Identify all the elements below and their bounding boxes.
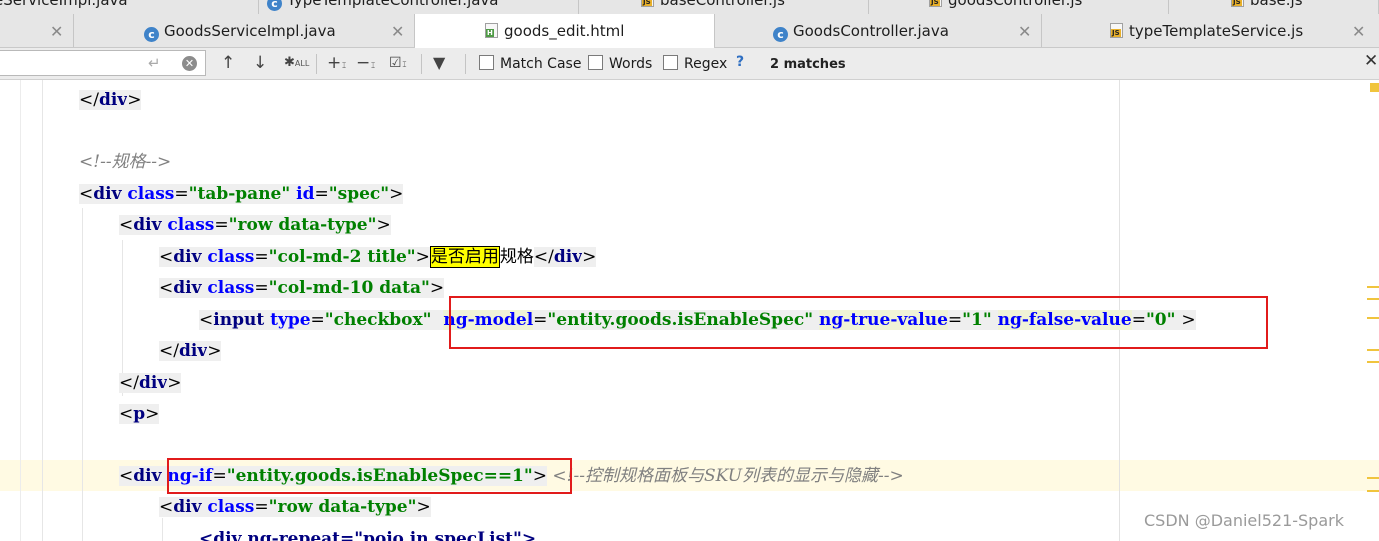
tab-label: TypeTemplateController.java	[287, 0, 499, 9]
js-icon	[929, 0, 943, 7]
error-stripe-marker[interactable]	[1367, 317, 1379, 319]
class-icon: c	[773, 27, 788, 42]
arrow-up-icon[interactable]: ↑	[221, 53, 235, 73]
tab-goods-service-impl[interactable]: c GoodsServiceImpl.java ✕	[74, 14, 415, 47]
watermark: CSDN @Daniel521-Spark	[1144, 511, 1344, 530]
close-icon[interactable]: ✕	[50, 22, 63, 41]
close-icon[interactable]: ✕	[1018, 22, 1031, 41]
code-line-tab-pane: <div class="tab-pane" id="spec">	[79, 184, 404, 204]
code-line-close-div: </div>	[119, 373, 182, 393]
code-line-data: <div class="col-md-10 data">	[159, 278, 445, 298]
code-editor[interactable]: </div> <!--规格--> <div class="tab-pane" i…	[0, 80, 1379, 541]
remove-occurrence-icon[interactable]: −𝙸	[356, 53, 376, 73]
tab-top-2[interactable]: baseController.js	[579, 0, 869, 14]
checkbox-box[interactable]	[588, 55, 603, 70]
tab-top-3[interactable]: goodsController.js	[869, 0, 1169, 14]
search-input[interactable]: ↵ ✕	[0, 50, 206, 76]
error-stripe-marker[interactable]	[1367, 349, 1379, 351]
close-icon[interactable]: ✕	[391, 22, 404, 41]
indent-guide	[82, 208, 83, 541]
close-find-icon[interactable]: ✕	[1364, 51, 1378, 71]
toolbar-divider	[316, 54, 317, 74]
annotation-box-ng-model	[449, 296, 1268, 349]
tab-top-4[interactable]: base.js	[1169, 0, 1379, 14]
select-occurrences-icon[interactable]: ☑𝙸	[389, 55, 407, 71]
tab-goods-edit-html[interactable]: goods_edit.html	[415, 14, 715, 48]
error-stripe-marker[interactable]	[1367, 490, 1379, 492]
code-line-close-div: </div>	[159, 341, 222, 361]
close-icon[interactable]: ✕	[1352, 22, 1365, 41]
select-all-occurrences-icon[interactable]: ✱ALL	[284, 55, 309, 70]
code-line-1: </div>	[79, 90, 142, 110]
regex-label: Regex	[684, 56, 728, 72]
tab-type-template-service[interactable]: typeTemplateService.js ✕	[1042, 14, 1379, 47]
filter-icon[interactable]: ▼	[433, 53, 445, 72]
toolbar-divider	[465, 54, 466, 74]
code-line-row-data-type: <div class="row data-type">	[119, 215, 391, 235]
words-label: Words	[609, 56, 653, 72]
clear-icon[interactable]: ✕	[182, 56, 197, 71]
checkbox-box[interactable]	[479, 55, 494, 70]
html-icon	[485, 23, 499, 38]
search-match-highlight: 是否启用	[429, 246, 500, 268]
error-stripe-marker[interactable]	[1370, 83, 1379, 92]
toolbar-divider	[421, 54, 422, 74]
code-line-title: <div class="col-md-2 title">是否启用规格</div>	[159, 246, 597, 268]
code-line-row-data-type: <div class="row data-type">	[159, 497, 431, 517]
add-occurrence-icon[interactable]: +𝙸	[327, 53, 347, 73]
regex-checkbox[interactable]: Regex	[663, 55, 727, 72]
editor-tabs-row-1: eServiceImpl.java c TypeTemplateControlle…	[0, 0, 1379, 14]
code-line-ng-repeat: <div ng-repeat="pojo in specList">	[199, 529, 537, 541]
class-icon: c	[144, 27, 159, 42]
enter-icon: ↵	[148, 54, 161, 72]
js-icon	[641, 0, 655, 7]
tab-overflow[interactable]: ✕	[0, 14, 74, 47]
tab-label: base.js	[1250, 0, 1303, 9]
tab-label: goods_edit.html	[504, 22, 625, 40]
indent-guide	[42, 80, 43, 541]
error-stripe-marker[interactable]	[1367, 298, 1379, 300]
arrow-down-icon[interactable]: ↓	[253, 53, 267, 73]
error-stripe-marker[interactable]	[1367, 361, 1379, 363]
gutter-divider	[20, 80, 21, 541]
tab-label: baseController.js	[660, 0, 785, 9]
tab-goods-controller[interactable]: c GoodsController.java ✕	[715, 14, 1042, 47]
js-icon	[1110, 23, 1124, 38]
match-count: 2 matches	[770, 57, 846, 72]
match-case-checkbox[interactable]: Match Case	[479, 55, 581, 72]
class-icon: c	[267, 0, 282, 11]
code-line-comment-spec: <!--规格-->	[79, 152, 172, 172]
tab-label: typeTemplateService.js	[1129, 22, 1304, 40]
code-line-p: <p>	[119, 404, 160, 424]
tab-top-1[interactable]: c TypeTemplateController.java	[259, 0, 579, 14]
checkbox-box[interactable]	[663, 55, 678, 70]
tab-label: GoodsController.java	[793, 22, 949, 40]
match-case-label: Match Case	[500, 56, 582, 72]
tab-label: eServiceImpl.java	[0, 0, 128, 9]
tab-top-0[interactable]: eServiceImpl.java	[0, 0, 259, 14]
find-bar: ↵ ✕ ↑ ↓ ✱ALL +𝙸 −𝙸 ☑𝙸 ▼ Match Case Words…	[0, 48, 1379, 80]
editor-tabs-row-2: ✕ c GoodsServiceImpl.java ✕ goods_edit.ht…	[0, 14, 1379, 48]
tab-label: goodsController.js	[948, 0, 1083, 9]
error-stripe-marker[interactable]	[1367, 286, 1379, 288]
words-checkbox[interactable]: Words	[588, 55, 652, 72]
js-icon	[1231, 0, 1245, 7]
tab-label: GoodsServiceImpl.java	[164, 22, 336, 40]
annotation-box-ng-if	[167, 458, 572, 494]
error-stripe-marker[interactable]	[1367, 477, 1379, 479]
regex-help-link[interactable]: ?	[736, 54, 744, 70]
